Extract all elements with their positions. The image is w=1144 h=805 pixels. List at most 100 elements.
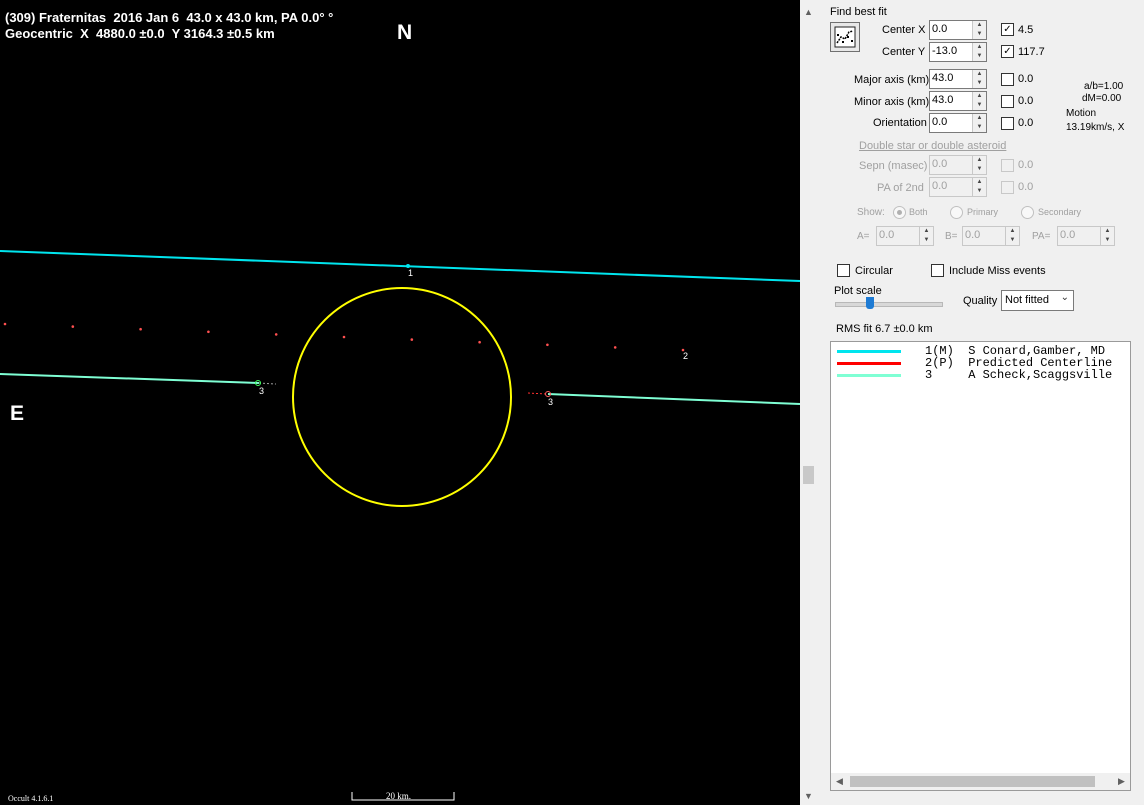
major-axis-result: 0.0 (1018, 73, 1034, 85)
sepn-input[interactable]: 0.0 ▲ ▼ (929, 155, 987, 175)
major-axis-label: Major axis (km) (854, 74, 930, 86)
scale-label: 20 km. (386, 791, 412, 801)
east-label: E (10, 402, 25, 425)
chord-2-label: 2 (683, 351, 689, 361)
orientation-checkbox[interactable] (1001, 117, 1014, 130)
fit-control-panel: Find best fit Center X 0.0 ▲ ▼ ✓ 4.5 Cente… (817, 0, 1144, 805)
double-star-link[interactable]: Double star or double asteroid (859, 140, 1006, 152)
chord-3-label-east: 3 (548, 397, 554, 407)
predicted-point (274, 333, 278, 336)
predicted-point (3, 322, 7, 326)
minor-axis-result: 0.0 (1018, 95, 1034, 107)
north-label: N (397, 21, 413, 44)
event-text: 3 A Scheck,Scaggsville (925, 368, 1113, 382)
find-best-fit-button[interactable] (830, 22, 860, 52)
scroll-up-icon[interactable]: ▲ (800, 4, 817, 21)
pa-2nd-checkbox[interactable] (1001, 181, 1014, 194)
orientation-input[interactable]: 0.0 ▲ ▼ (929, 113, 987, 133)
plot-scale-slider[interactable] (835, 297, 943, 311)
show-primary-label: Primary (967, 207, 998, 217)
a-field-input[interactable]: 0.0 ▲ ▼ (876, 226, 934, 246)
predicted-point (342, 335, 346, 339)
sepn-label: Sepn (masec) (859, 160, 928, 172)
pa-field-input[interactable]: 0.0 ▲ ▼ (1057, 226, 1115, 246)
quality-select[interactable]: Not fitted ⌄ (1001, 290, 1074, 311)
circular-label: Circular (855, 265, 893, 277)
predicted-centerline-points (3, 322, 685, 352)
list-item[interactable]: 3 A Scheck,Scaggsville (831, 368, 1130, 382)
minor-axis-input[interactable]: 43.0 ▲ ▼ (929, 91, 987, 111)
predicted-point (613, 346, 617, 349)
event-color-swatch (837, 350, 901, 353)
event-list-horizontal-scrollbar[interactable]: ◀ ▶ (831, 773, 1130, 790)
show-secondary-label: Secondary (1038, 207, 1082, 217)
show-primary-radio[interactable] (950, 206, 963, 219)
center-x-checkbox[interactable]: ✓ (1001, 23, 1014, 36)
occultation-plot[interactable]: (309) Fraternitas 2016 Jan 6 43.0 x 43.0… (0, 0, 800, 805)
version-label: Occult 4.1.6.1 (8, 794, 54, 803)
scroll-down-icon[interactable]: ▼ (800, 788, 817, 805)
chord-3-label-west: 3 (259, 386, 265, 396)
motion-label: Motion (1066, 108, 1097, 119)
chord-1-line (0, 250, 800, 282)
include-miss-checkbox[interactable] (931, 264, 944, 277)
predicted-point (478, 340, 481, 344)
pa-2nd-result: 0.0 (1018, 181, 1034, 193)
scroll-right-icon[interactable]: ▶ (1113, 773, 1130, 790)
plot-scale-thumb[interactable] (866, 297, 874, 309)
b-field-input[interactable]: 0.0 ▲ ▼ (962, 226, 1020, 246)
scroll-thumb[interactable] (850, 776, 1095, 787)
chord-3-line-east (547, 393, 800, 405)
predicted-point (71, 325, 75, 328)
center-y-label: Center Y (882, 46, 926, 58)
find-best-fit-label: Find best fit (830, 6, 887, 18)
chevron-down-icon: ⌄ (1060, 292, 1069, 303)
minor-axis-label: Minor axis (km) (854, 96, 930, 108)
orientation-label: Orientation (873, 117, 927, 129)
scroll-thumb[interactable] (803, 466, 814, 484)
event-list[interactable]: 1(M) S Conard,Gamber, MD 2(P) Predicted … (830, 341, 1131, 791)
orientation-result: 0.0 (1018, 117, 1034, 129)
chord-3-gap-east (527, 392, 547, 395)
b-field-label: B= (945, 231, 958, 242)
a-field-label: A= (857, 231, 870, 242)
sepn-result: 0.0 (1018, 159, 1034, 171)
fit-chart-icon (834, 26, 856, 48)
predicted-point (410, 338, 414, 341)
minor-axis-checkbox[interactable] (1001, 95, 1014, 108)
panel-vertical-scrollbar[interactable]: ▲ ▼ (800, 0, 817, 805)
show-both-label: Both (909, 207, 928, 217)
center-x-input[interactable]: 0.0 ▲ ▼ (929, 20, 987, 40)
delta-magnitude: dM=0.00 (1082, 93, 1122, 104)
pa-2nd-label: PA of 2nd (877, 182, 924, 194)
rms-fit-label: RMS fit 6.7 ±0.0 km (836, 323, 933, 335)
center-y-input[interactable]: -13.0 ▲ ▼ (929, 42, 987, 62)
plot-title-line2: Geocentric X 4880.0 ±0.0 Y 3164.3 ±0.5 k… (5, 26, 275, 41)
chord-3-gap-west (258, 382, 277, 385)
scroll-left-icon[interactable]: ◀ (831, 773, 848, 790)
center-y-checkbox[interactable]: ✓ (1001, 45, 1014, 58)
show-secondary-radio[interactable] (1021, 206, 1034, 219)
pa-2nd-input[interactable]: 0.0 ▲ ▼ (929, 177, 987, 197)
center-x-label: Center X (882, 24, 926, 36)
center-y-result: 117.7 (1018, 46, 1045, 58)
chord-3-line-west (0, 373, 260, 384)
show-label: Show: (857, 207, 885, 218)
predicted-point (207, 330, 210, 334)
major-axis-checkbox[interactable] (1001, 73, 1014, 86)
sepn-checkbox[interactable] (1001, 159, 1014, 172)
event-color-swatch (837, 374, 901, 377)
plot-title-line1: (309) Fraternitas 2016 Jan 6 43.0 x 43.0… (5, 10, 334, 25)
pa-field-label: PA= (1032, 231, 1051, 242)
plot-scale-label: Plot scale (834, 285, 882, 297)
predicted-point (139, 327, 142, 331)
show-both-radio[interactable] (893, 206, 906, 219)
center-x-result: 4.5 (1018, 24, 1034, 36)
major-axis-input[interactable]: 43.0 ▲ ▼ (929, 69, 987, 89)
asteroid-profile-ellipse (292, 287, 512, 507)
predicted-point (546, 343, 549, 347)
ab-ratio: a/b=1.00 (1084, 81, 1124, 92)
circular-checkbox[interactable] (837, 264, 850, 277)
plot-canvas (0, 250, 800, 801)
motion-value: 13.19km/s, X (1066, 122, 1125, 133)
